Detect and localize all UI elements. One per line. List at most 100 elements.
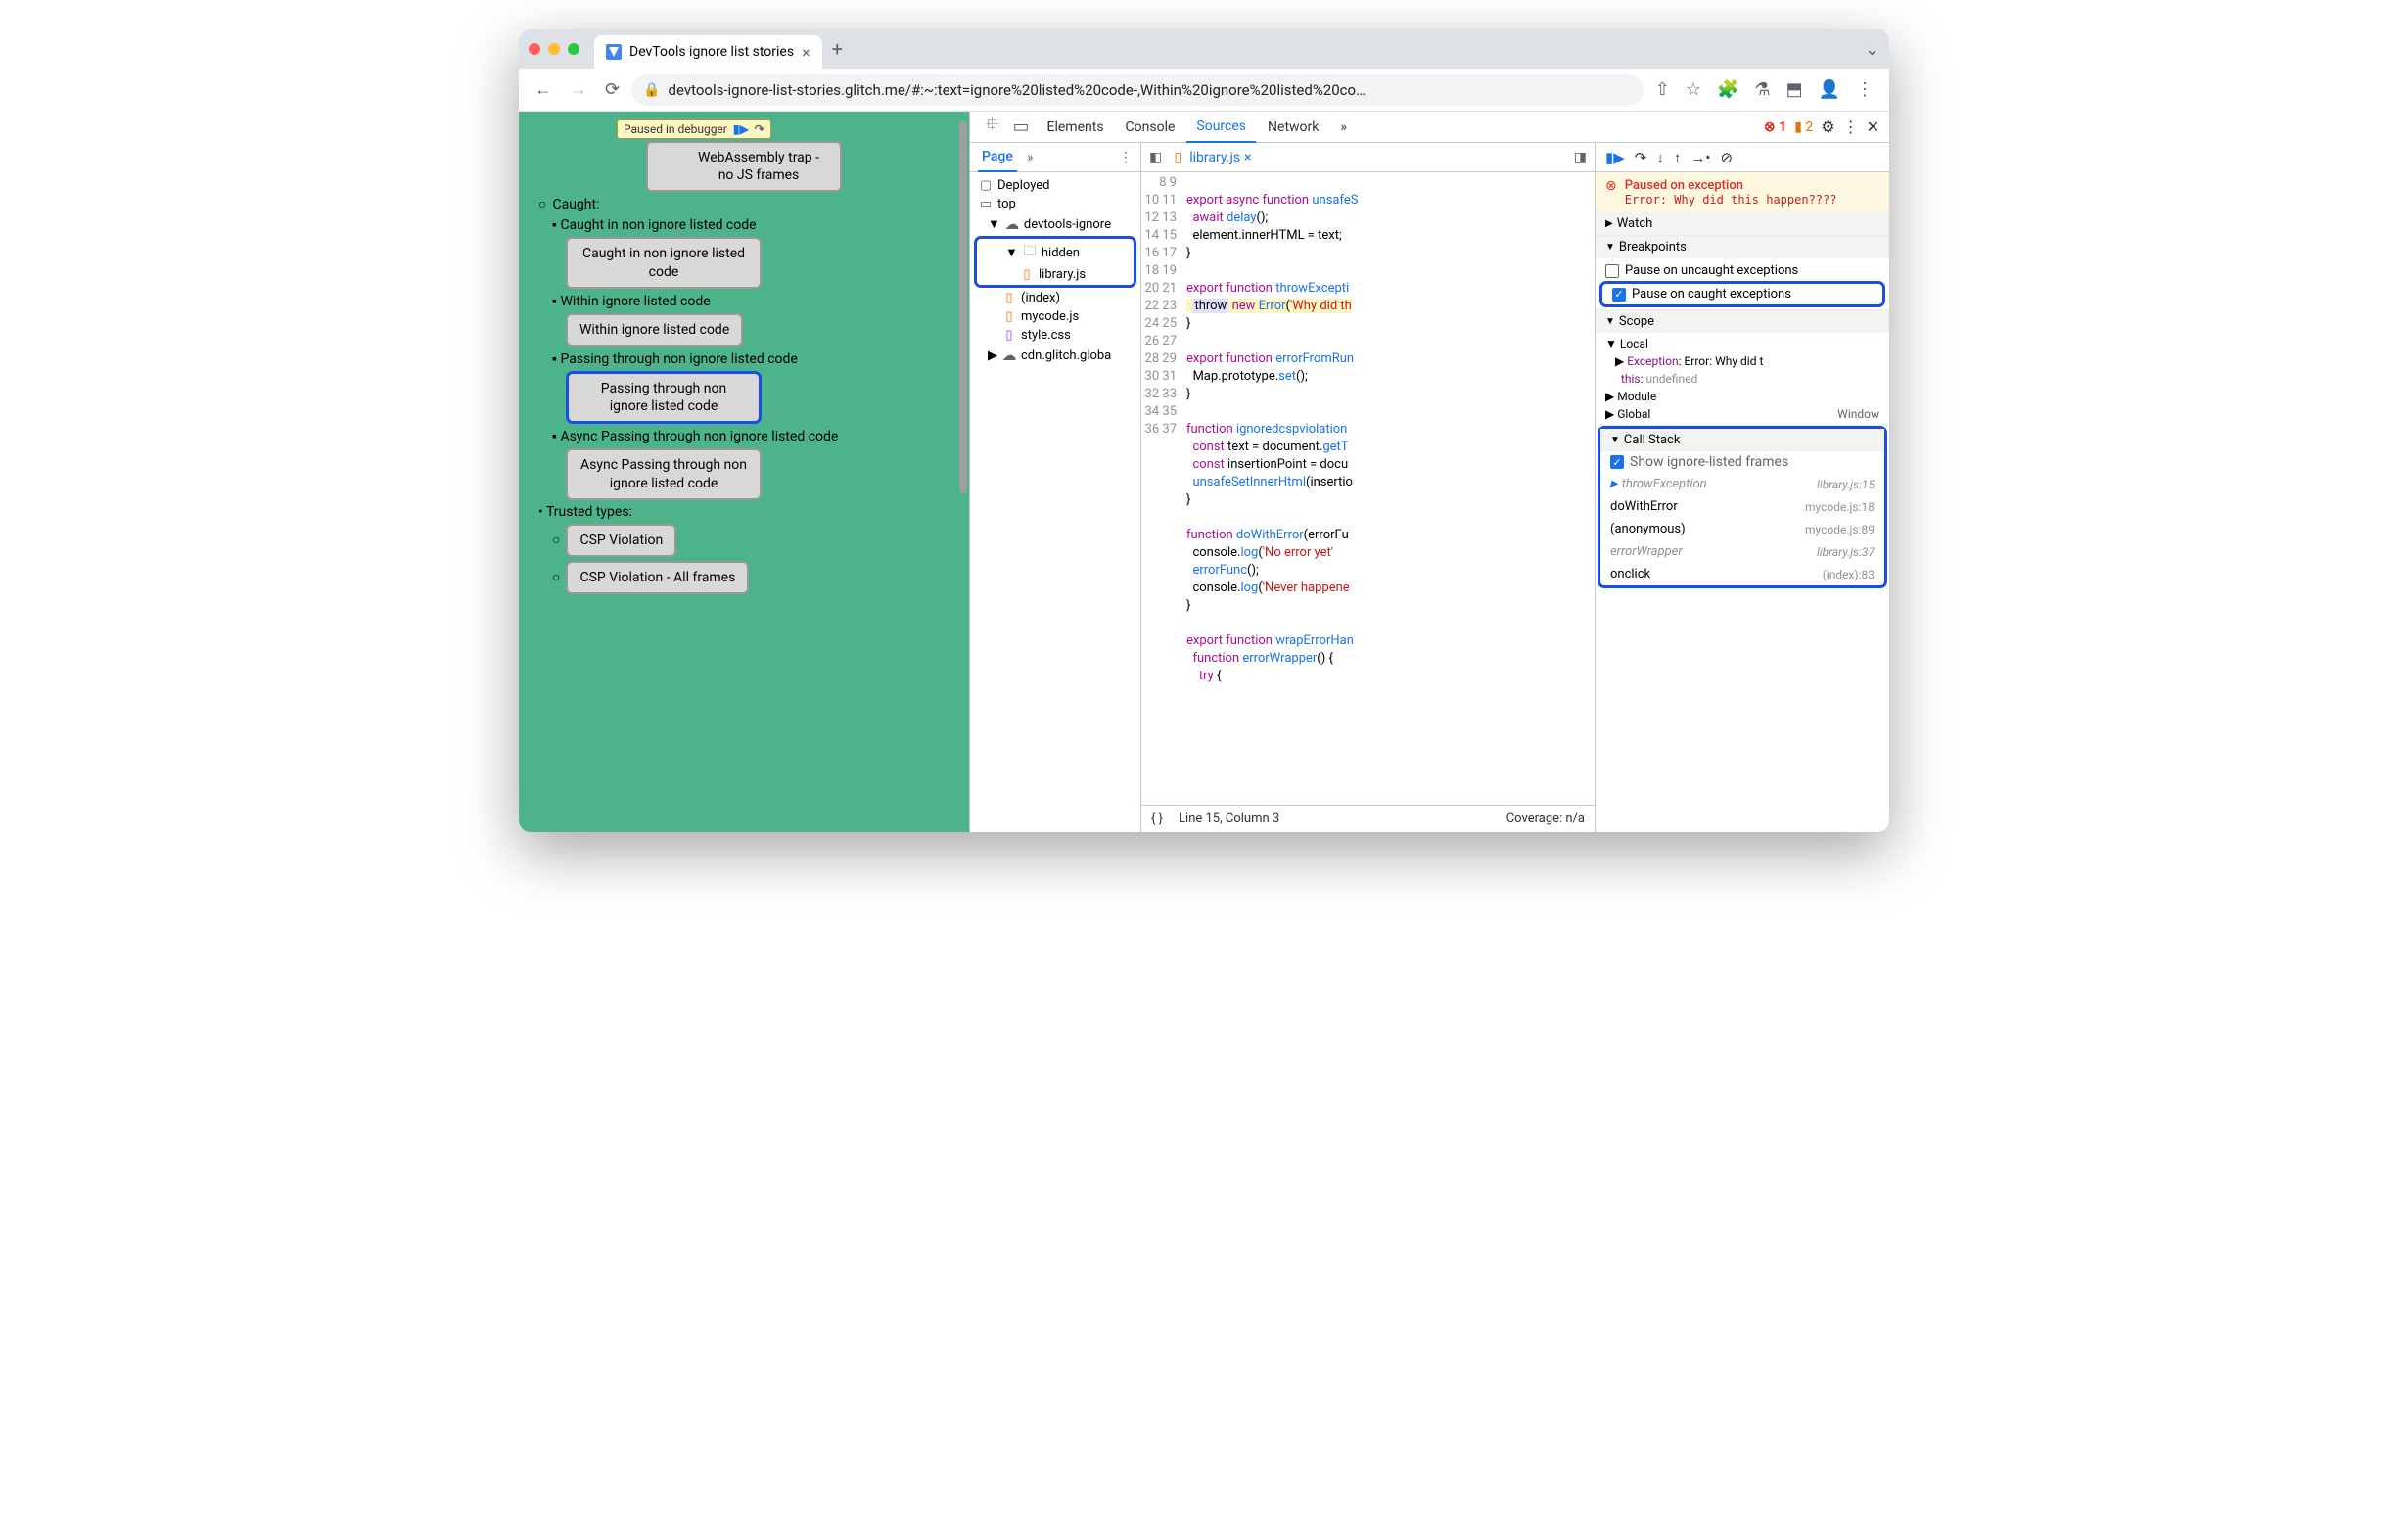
more-menu-icon[interactable]: ⋮	[1843, 117, 1859, 136]
sources-navigator: Page » ⋮ ▢Deployed ▭top ▼☁devtools-ignor…	[970, 143, 1141, 832]
editor-status-bar: { } Line 15, Column 3 Coverage: n/a	[1141, 805, 1595, 832]
issue-badge[interactable]: ▮ 2	[1794, 119, 1813, 135]
page-scrollbar[interactable]	[959, 121, 967, 493]
editor-tab-library[interactable]: ▯ library.js ×	[1170, 150, 1251, 165]
tree-library-file[interactable]: ▯library.js	[978, 265, 1133, 284]
url-text: devtools-ignore-list-stories.glitch.me/#…	[669, 81, 1366, 99]
async-passing-label: Async Passing through non ignore listed …	[560, 429, 838, 444]
callstack-frame[interactable]: errorWrapperlibrary.js:37	[1600, 540, 1884, 563]
scope-this: this: undefined	[1596, 370, 1889, 388]
window-controls	[529, 43, 579, 55]
step-out-button[interactable]: ↑	[1674, 149, 1682, 166]
navigator-kebab-icon[interactable]: ⋮	[1119, 150, 1133, 165]
checkbox-checked-icon: ✓	[1610, 455, 1624, 469]
checkbox-checked-icon: ✓	[1612, 288, 1626, 302]
callstack-frame[interactable]: (anonymous)mycode.js:89	[1600, 518, 1884, 540]
navigator-page-tab[interactable]: Page	[978, 143, 1017, 172]
step-over-icon[interactable]: ↷	[755, 122, 764, 136]
scope-global[interactable]: ▶ GlobalWindow	[1596, 405, 1889, 423]
pause-uncaught-checkbox[interactable]: Pause on uncaught exceptions	[1596, 260, 1889, 281]
pause-caught-checkbox[interactable]: ✓ Pause on caught exceptions	[1602, 284, 1882, 304]
close-window-icon[interactable]	[529, 43, 540, 55]
paused-banner: ⊗ Paused on exception Error: Why did thi…	[1596, 172, 1889, 212]
wasm-trap-button[interactable]: WebAssembly trap - no JS frames	[646, 141, 842, 192]
toggle-left-icon[interactable]: ◧	[1149, 150, 1162, 165]
tabs-dropdown-icon[interactable]: ⌄	[1865, 39, 1879, 60]
devtools-panel: ⯐ ▭ Elements Console Sources Network » ⊗…	[969, 112, 1889, 832]
lock-icon: 🔒	[643, 82, 660, 98]
resume-icon[interactable]: ▮▶	[733, 122, 749, 136]
back-button[interactable]: ←	[529, 73, 558, 106]
step-over-button[interactable]: ↷	[1635, 149, 1647, 166]
tree-style-file[interactable]: ▯style.css	[974, 326, 1136, 345]
tree-cdn[interactable]: ▶☁cdn.glitch.globa	[974, 345, 1136, 366]
menu-icon[interactable]: ⋮	[1850, 73, 1879, 106]
step-button[interactable]: →•	[1690, 149, 1710, 166]
close-devtools-icon[interactable]: ✕	[1867, 117, 1879, 136]
url-bar[interactable]: 🔒 devtools-ignore-list-stories.glitch.me…	[631, 74, 1644, 106]
labs-icon[interactable]: ⚗	[1748, 73, 1776, 106]
bookmark-icon[interactable]: ☆	[1680, 73, 1707, 106]
exception-icon: ⊗	[1605, 178, 1617, 194]
share-icon[interactable]: ⇧	[1649, 73, 1676, 106]
tree-origin[interactable]: ▼☁devtools-ignore	[974, 213, 1136, 235]
editor-gutter: 8 9 10 11 12 13 14 15 16 17 18 19 20 21 …	[1141, 172, 1182, 805]
maximize-window-icon[interactable]	[568, 43, 579, 55]
toggle-right-icon[interactable]: ◨	[1574, 150, 1587, 165]
scope-exception[interactable]: ▶ Exception: Error: Why did t	[1596, 352, 1889, 370]
install-icon[interactable]: ⬒	[1781, 73, 1809, 106]
callstack-frame[interactable]: throwExceptionlibrary.js:15	[1600, 473, 1884, 495]
minimize-window-icon[interactable]	[548, 43, 560, 55]
navigator-more-icon[interactable]: »	[1027, 150, 1034, 165]
passing-through-button[interactable]: Passing through non ignore listed code	[566, 371, 762, 424]
tree-mycode-file[interactable]: ▯mycode.js	[974, 307, 1136, 326]
checkbox-unchecked-icon	[1605, 264, 1619, 278]
trusted-types-heading: Trusted types:	[546, 504, 632, 520]
scope-module[interactable]: ▶ Module	[1596, 388, 1889, 405]
async-passing-button[interactable]: Async Passing through non ignore listed …	[566, 448, 762, 499]
paused-label: Paused in debugger	[624, 122, 727, 136]
callstack-frame[interactable]: doWithErrormycode.js:18	[1600, 495, 1884, 518]
scope-local[interactable]: ▼ Local	[1596, 335, 1889, 352]
new-tab-button[interactable]: +	[832, 37, 843, 61]
csp-violation-button[interactable]: CSP Violation	[566, 524, 676, 557]
pretty-print-icon[interactable]: { }	[1151, 812, 1163, 826]
section-scope[interactable]: Scope	[1596, 310, 1889, 333]
csp-violation-all-button[interactable]: CSP Violation - All frames	[566, 561, 749, 594]
browser-tab[interactable]: DevTools ignore list stories ×	[594, 35, 822, 69]
tab-console[interactable]: Console	[1116, 112, 1185, 143]
tree-top[interactable]: ▭top	[974, 195, 1136, 213]
coverage-status: Coverage: n/a	[1506, 812, 1585, 826]
show-ignored-frames-checkbox[interactable]: ✓ Show ignore-listed frames	[1600, 451, 1884, 473]
section-breakpoints[interactable]: Breakpoints	[1596, 236, 1889, 258]
tree-deployed[interactable]: ▢Deployed	[974, 176, 1136, 195]
tree-index-file[interactable]: ▯(index)	[974, 289, 1136, 307]
tree-hidden-folder[interactable]: ▼🗀hidden	[978, 240, 1133, 265]
settings-icon[interactable]: ⚙	[1821, 117, 1834, 136]
tab-sources[interactable]: Sources	[1186, 112, 1256, 143]
close-editor-tab-icon[interactable]: ×	[1244, 150, 1251, 165]
section-watch[interactable]: Watch	[1596, 212, 1889, 235]
editor-code[interactable]: export async function unsafeS await dela…	[1182, 172, 1595, 805]
passing-through-label: Passing through non ignore listed code	[560, 351, 797, 367]
deactivate-breakpoints-button[interactable]: ⊘	[1720, 149, 1733, 166]
caught-non-ignore-button[interactable]: Caught in non ignore listed code	[566, 237, 762, 288]
close-tab-icon[interactable]: ×	[802, 43, 810, 62]
paused-in-debugger-overlay: Paused in debugger ▮▶ ↷	[617, 119, 771, 139]
within-ignore-button[interactable]: Within ignore listed code	[566, 313, 743, 347]
resume-button[interactable]: ▮▶	[1605, 149, 1625, 166]
forward-button: →	[564, 73, 593, 106]
error-badge[interactable]: ⊗ 1	[1764, 119, 1786, 135]
device-toggle-icon[interactable]: ▭	[1007, 112, 1036, 143]
extensions-icon[interactable]: 🧩	[1711, 73, 1744, 106]
section-callstack[interactable]: Call Stack	[1600, 429, 1884, 451]
cursor-position: Line 15, Column 3	[1179, 812, 1279, 826]
callstack-frame[interactable]: onclick(index):83	[1600, 563, 1884, 585]
debugger-pane: ▮▶ ↷ ↓ ↑ →• ⊘ ⊗ Paused on exception Erro…	[1596, 143, 1889, 832]
more-tabs-icon[interactable]: »	[1330, 112, 1357, 143]
tab-network[interactable]: Network	[1258, 112, 1328, 143]
reload-button[interactable]: ⟳	[599, 73, 625, 106]
tab-elements[interactable]: Elements	[1038, 112, 1114, 143]
profile-icon[interactable]: 👤	[1813, 73, 1846, 106]
step-into-button[interactable]: ↓	[1656, 149, 1664, 166]
